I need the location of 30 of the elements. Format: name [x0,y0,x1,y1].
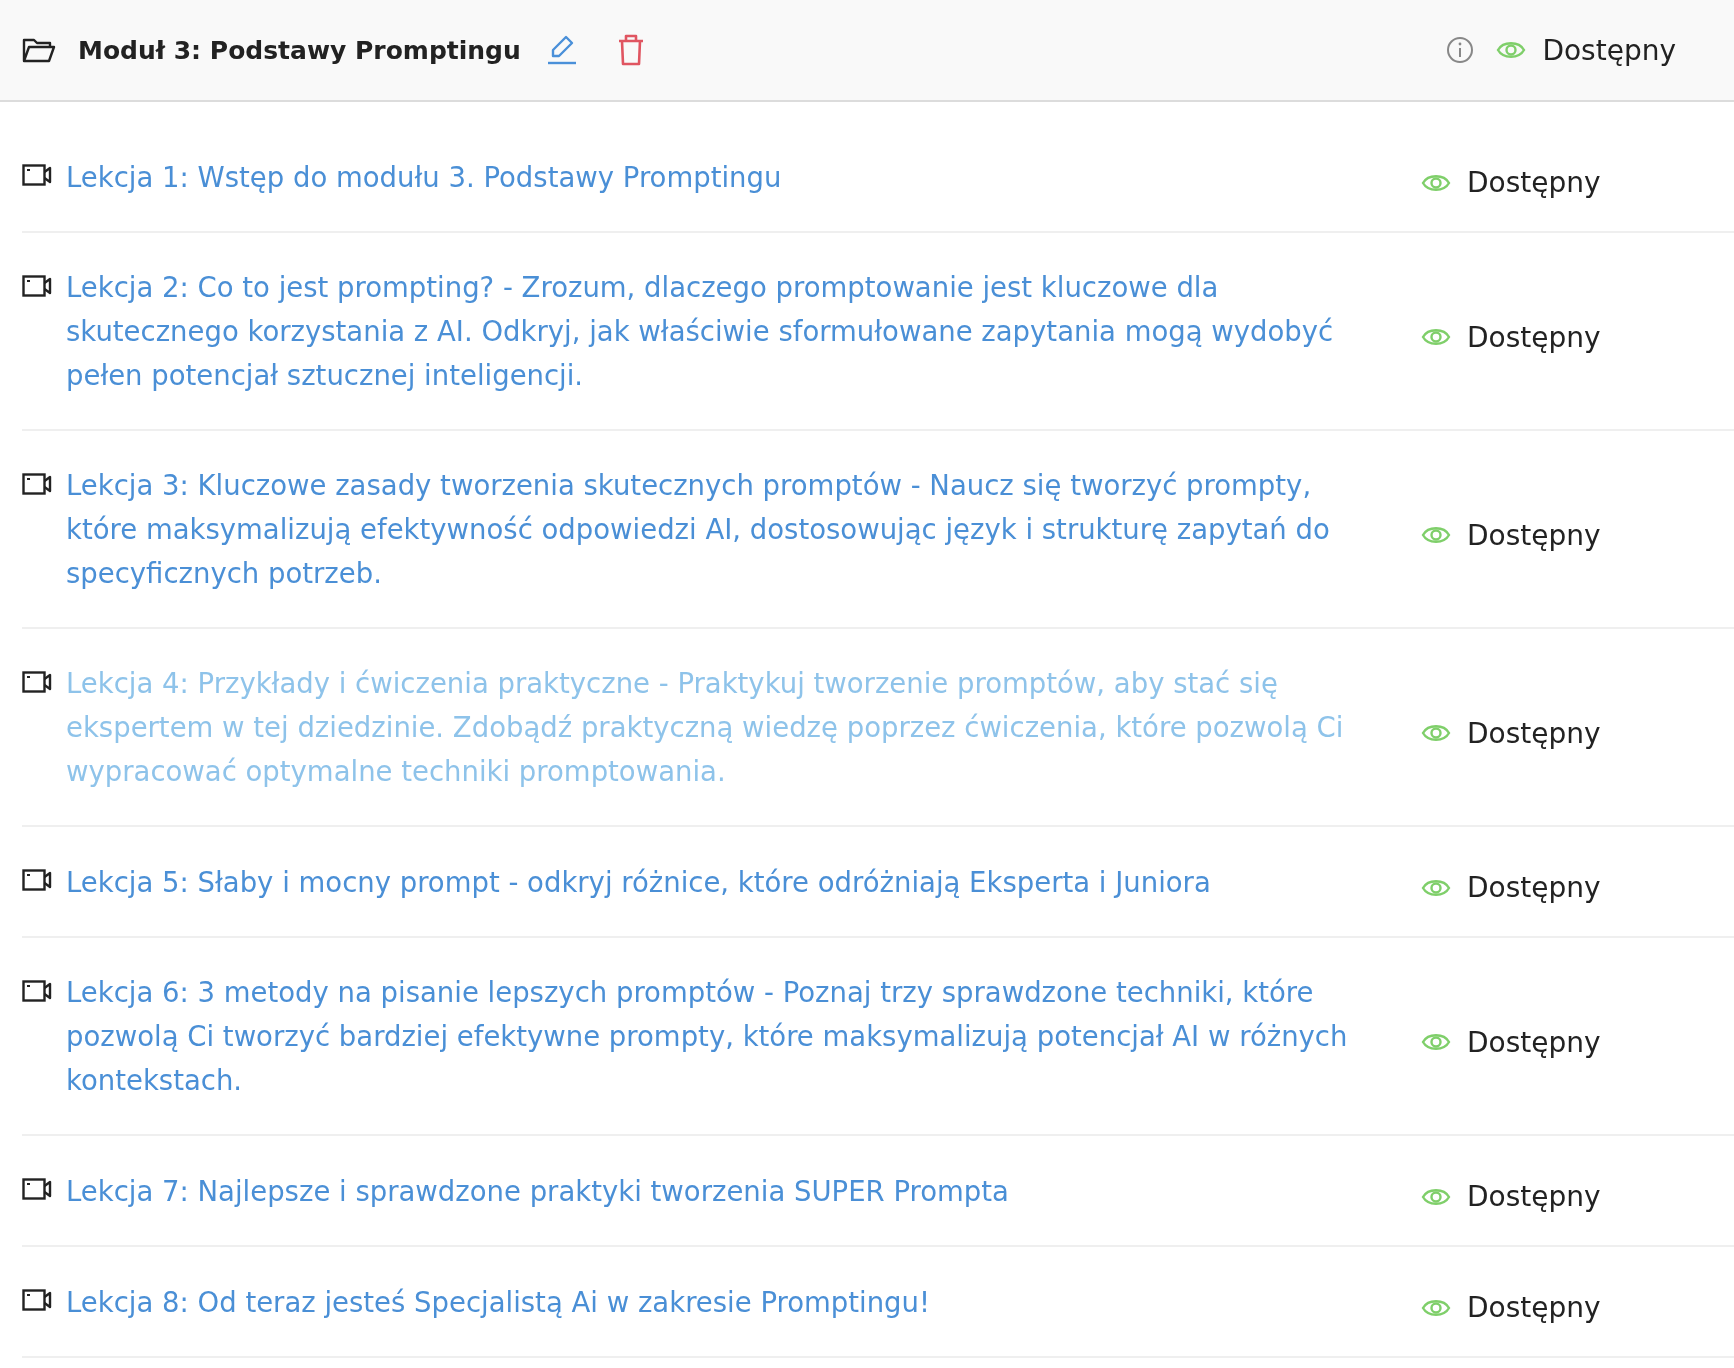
status-label: Dostępny [1467,1180,1601,1213]
folder-icon [22,37,56,63]
trash-icon[interactable] [616,34,645,66]
lesson-link[interactable]: Lekcja 5: Słaby i mocny prompt - odkryj różnice, które odróżniają Eksperta i Juniora [66,859,1371,904]
video-camera-icon [22,274,52,298]
status-label: Dostępny [1467,320,1601,354]
lesson-link[interactable]: Lekcja 4: Przykłady i ćwiczenia praktyczne - Praktykuj tworzenie promptów, aby stać się ekspertem w tej dziedzinie. Zdobądź praktyczną wiedzę poprzez ćwiczenia, które pozwolą Ci wypracować optymalne techniki promptowania. [66,661,1371,793]
video-camera-icon [22,1288,52,1312]
lesson-link[interactable]: Lekcja 3: Kluczowe zasady tworzenia skutecznych promptów - Naucz się tworzyć prompty, które maksymalizują efektywność odpowiedzi AI, dostosowując język i strukturę zapytań do specyficznych potrzeb. [66,463,1371,595]
lesson-link[interactable]: Lekcja 1: Wstęp do modułu 3. Podstawy Promptingu [66,154,1371,199]
lesson-link[interactable]: Lekcja 7: Najlepsze i sprawdzone praktyki tworzenia SUPER Prompta [66,1168,1371,1213]
video-camera-icon [22,868,52,892]
video-camera-icon [22,979,52,1003]
status-label: Dostępny [1542,33,1676,67]
video-camera-icon [22,472,52,496]
status-label: Dostępny [1467,716,1601,750]
status-label: Dostępny [1467,871,1601,904]
lesson-link[interactable]: Lekcja 8: Od teraz jesteś Specjalistą Ai w zakresie Promptingu! [66,1279,1371,1324]
status-label: Dostępny [1467,166,1601,199]
video-camera-icon [22,163,52,187]
module-title: Moduł 3: Podstawy Promptingu [78,35,521,65]
lesson-link[interactable]: Lekcja 6: 3 metody na pisanie lepszych promptów - Poznaj trzy sprawdzone techniki, które pozwolą Ci tworzyć bardziej efektywne prompty, które maksymalizują potencjał AI w różnych kontekstach. [66,970,1371,1102]
info-icon[interactable] [1446,36,1475,64]
status-label: Dostępny [1467,1025,1601,1059]
lesson-link[interactable]: Lekcja 2: Co to jest prompting? - Zrozum, dlaczego promptowanie jest kluczowe dla skutecznego korzystania z AI. Odkryj, jak właściwie sformułowane zapytania mogą wydobyć pełen potencjał sztucznej inteligencji. [66,265,1371,397]
video-camera-icon [22,670,52,694]
video-camera-icon [22,1177,52,1201]
status-label: Dostępny [1467,518,1601,552]
status-label: Dostępny [1467,1291,1601,1324]
pencil-icon[interactable] [546,34,577,66]
